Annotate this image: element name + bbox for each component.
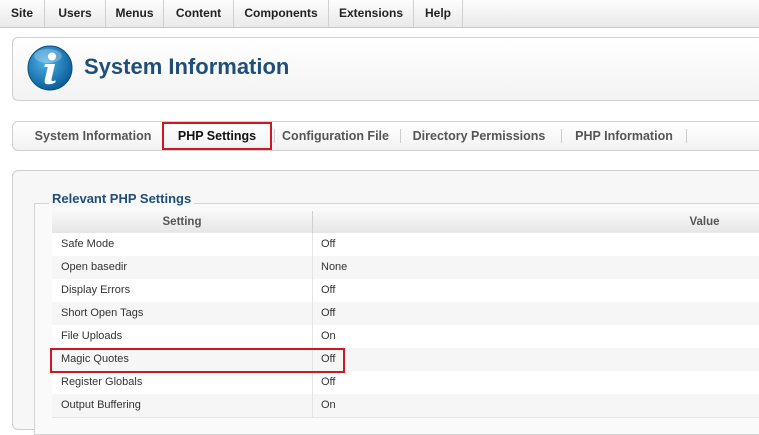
setting-value: Off: [321, 284, 336, 296]
menu-content[interactable]: Content: [164, 0, 234, 27]
tab-php-information[interactable]: PHP Information: [568, 122, 680, 150]
setting-value: None: [321, 261, 348, 273]
table-row: Output Buffering On: [52, 394, 759, 418]
column-header-setting[interactable]: Setting: [52, 211, 312, 233]
setting-name: File Uploads: [61, 330, 123, 342]
column-divider: [312, 256, 313, 279]
menu-extensions[interactable]: Extensions: [329, 0, 414, 27]
menu-components[interactable]: Components: [234, 0, 329, 27]
table-row: File Uploads On: [52, 325, 759, 349]
tab-highlight-box: [162, 122, 272, 150]
setting-name: Display Errors: [61, 284, 131, 296]
table-row: Open basedir None: [52, 256, 759, 280]
column-divider: [312, 233, 313, 256]
setting-value: On: [321, 399, 336, 411]
page-header: System Information: [12, 37, 759, 101]
setting-name: Safe Mode: [61, 238, 115, 250]
menu-menus[interactable]: Menus: [106, 0, 164, 27]
tab-separator: [400, 129, 401, 143]
setting-value: Off: [321, 376, 336, 388]
setting-name: Short Open Tags: [61, 307, 144, 319]
column-divider: [312, 302, 313, 325]
page-title: System Information: [84, 54, 290, 79]
table-row: Register Globals Off: [52, 371, 759, 395]
column-divider: [312, 394, 313, 417]
table-row: Display Errors Off: [52, 279, 759, 303]
fieldset-legend: Relevant PHP Settings: [49, 191, 195, 206]
setting-value: Off: [321, 238, 336, 250]
table-header: Setting Value: [52, 211, 759, 234]
tab-configuration-file[interactable]: Configuration File: [279, 122, 392, 150]
tab-separator: [686, 129, 687, 143]
table-row: Short Open Tags Off: [52, 302, 759, 326]
tab-directory-permissions[interactable]: Directory Permissions: [407, 122, 551, 150]
setting-name: Open basedir: [61, 261, 128, 273]
menu-users[interactable]: Users: [45, 0, 106, 27]
setting-name: Register Globals: [61, 376, 143, 388]
column-divider: [312, 279, 313, 302]
setting-value: On: [321, 330, 336, 342]
column-divider: [312, 325, 313, 348]
setting-name: Output Buffering: [61, 399, 141, 411]
row-highlight-box: [50, 348, 345, 373]
column-divider: [312, 371, 313, 394]
submenu-tabs: System Information PHP Settings Configur…: [12, 121, 759, 151]
menu-help[interactable]: Help: [414, 0, 463, 27]
top-menu-bar: Site Users Menus Content Components Exte…: [0, 0, 759, 28]
info-icon: [27, 45, 73, 91]
column-header-value[interactable]: Value: [572, 211, 759, 233]
tab-system-information[interactable]: System Information: [25, 122, 161, 150]
table-row: Safe Mode Off: [52, 233, 759, 257]
tab-separator: [561, 129, 562, 143]
setting-value: Off: [321, 307, 336, 319]
tab-separator: [274, 129, 275, 143]
menu-site[interactable]: Site: [0, 0, 45, 27]
column-divider: [312, 211, 313, 233]
